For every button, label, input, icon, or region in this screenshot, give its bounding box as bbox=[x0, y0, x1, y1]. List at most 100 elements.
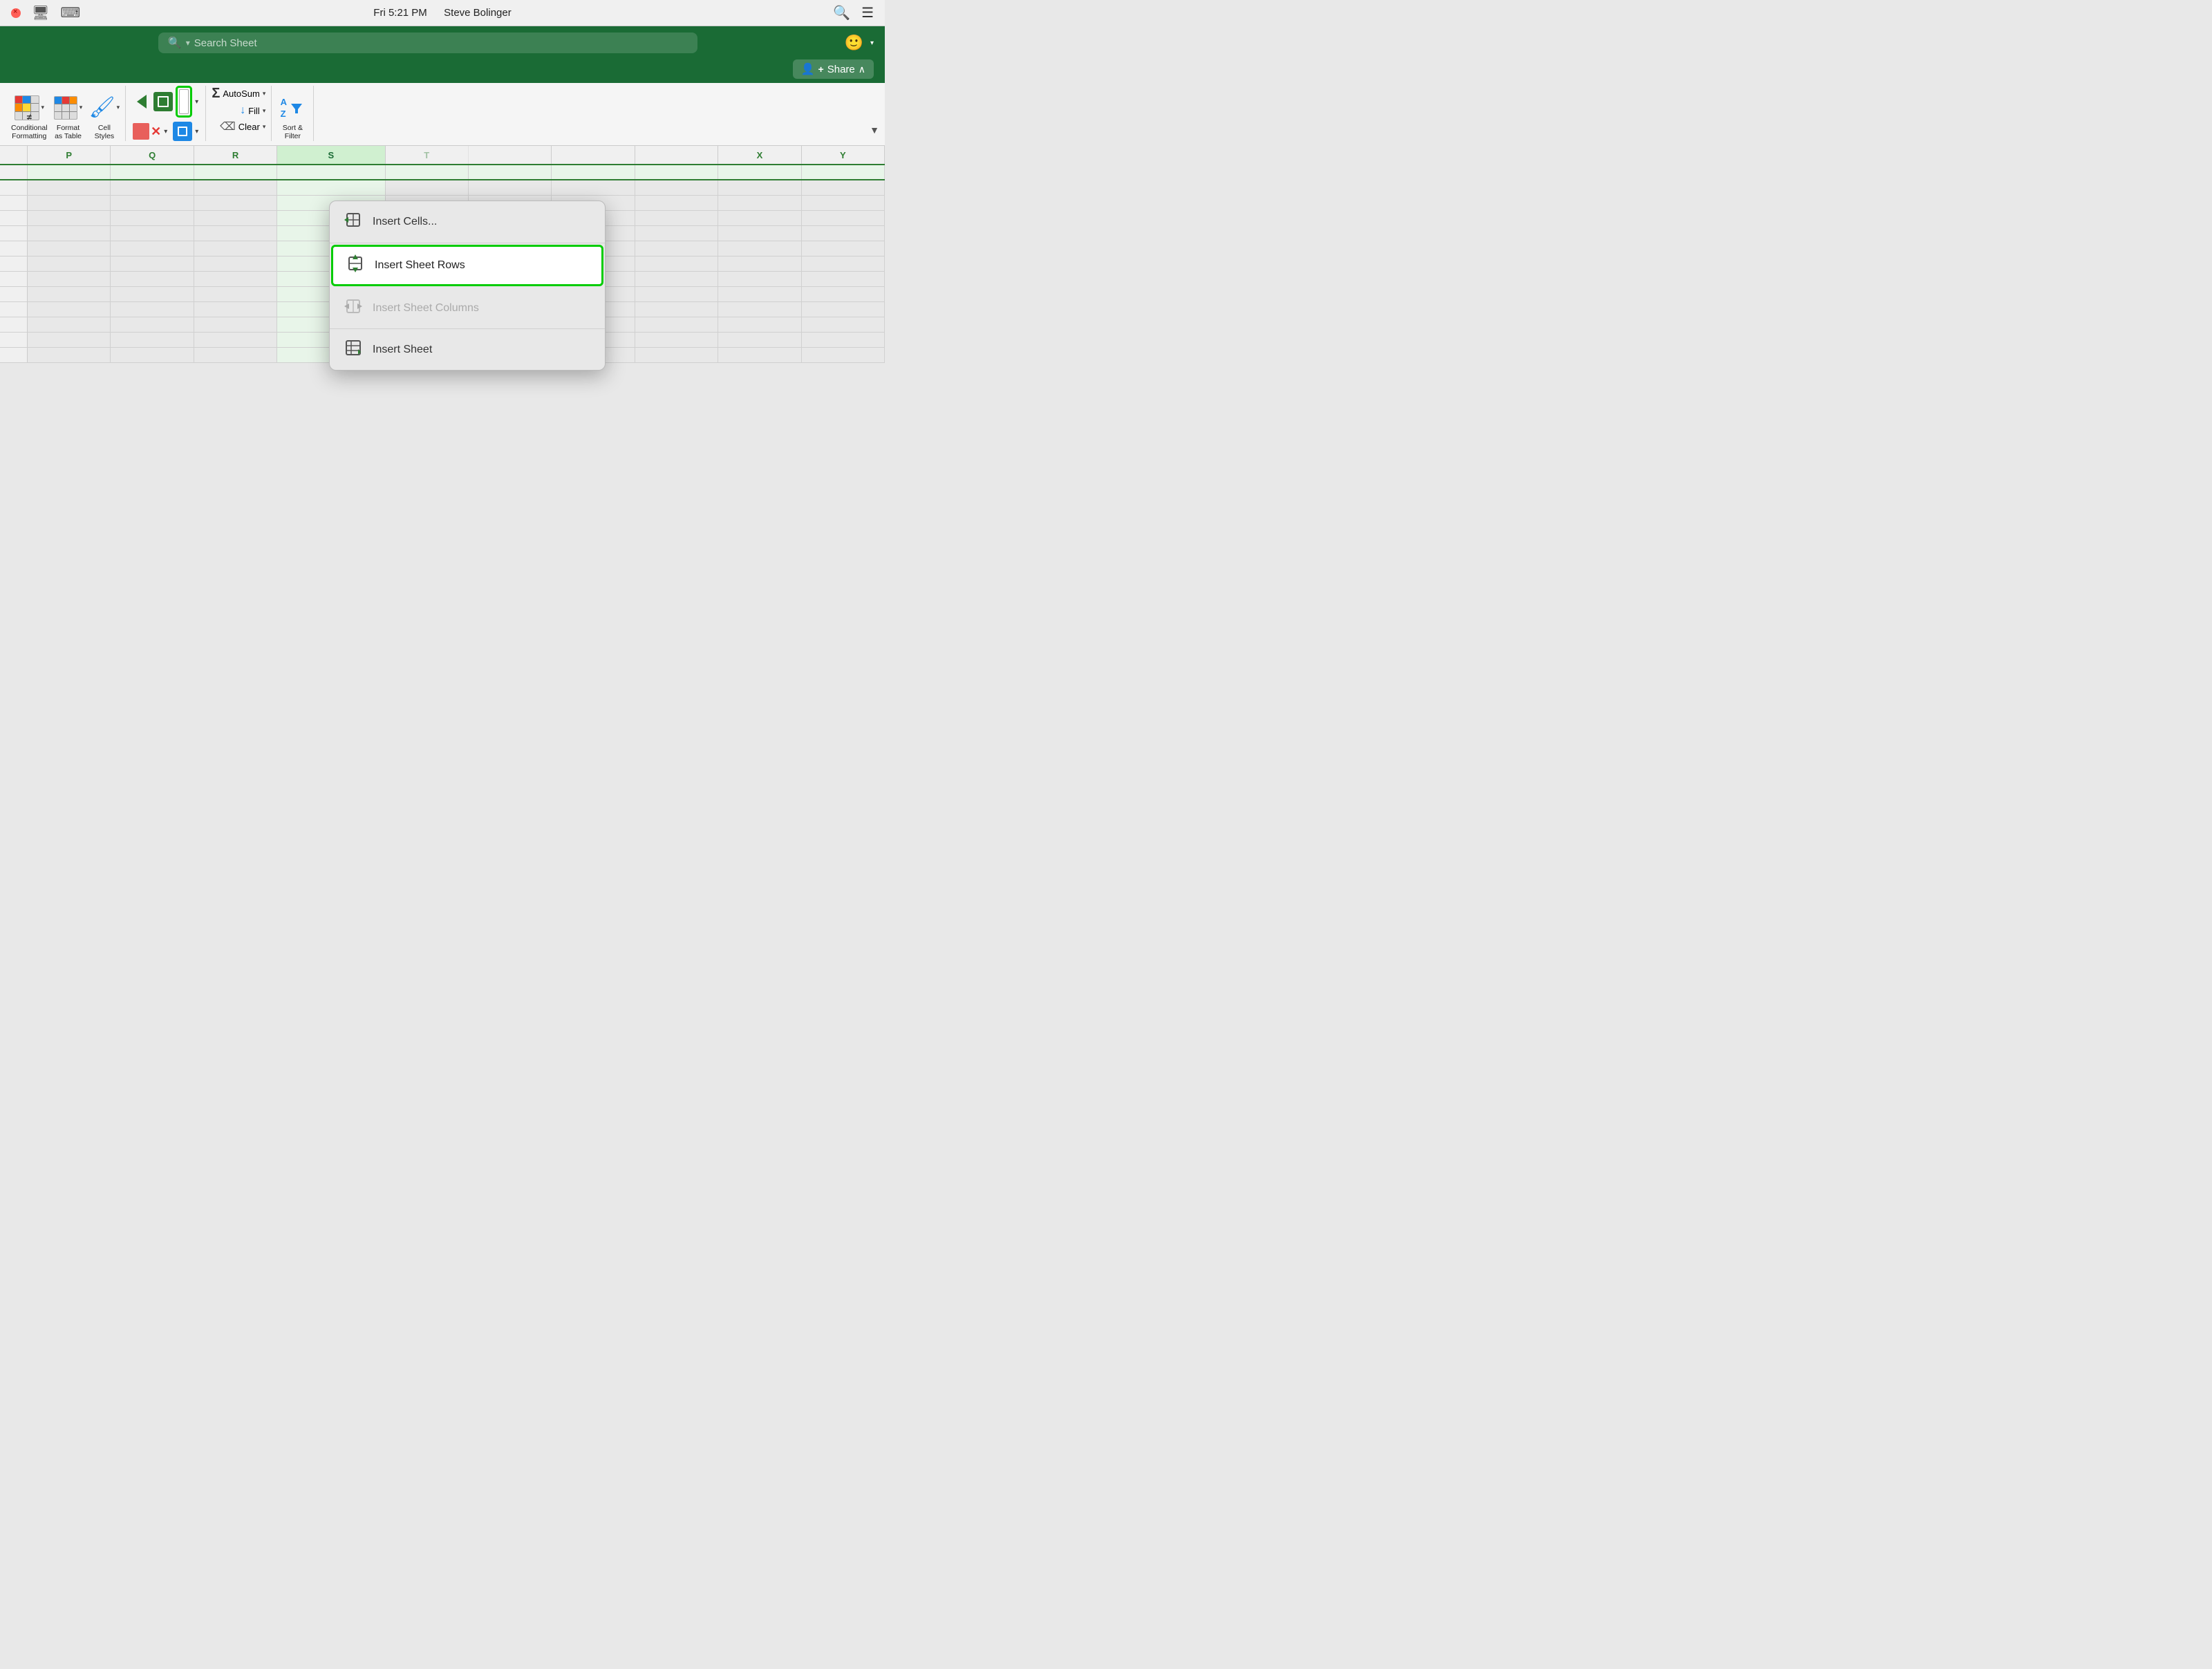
sort-filter-label: Sort & Filter bbox=[283, 124, 303, 141]
delete-dropdown-arrow[interactable]: ▾ bbox=[164, 128, 167, 136]
insert-sheet-icon bbox=[344, 339, 363, 360]
search-bar: 🔍 ▾ bbox=[158, 32, 697, 53]
dropdown-item-insert-sheet-rows[interactable]: Insert Sheet Rows bbox=[331, 245, 603, 286]
share-label: Share bbox=[827, 64, 855, 75]
smiley-icon[interactable]: 🙂 bbox=[845, 34, 863, 52]
col-header-P: P bbox=[28, 146, 111, 164]
share-plus-icon: + bbox=[818, 64, 824, 75]
insert-sheet-rows-label: Insert Sheet Rows bbox=[375, 259, 465, 272]
col-header-W bbox=[635, 146, 718, 164]
share-button[interactable]: 👤 + Share ∧ bbox=[793, 59, 874, 79]
ribbon-section-styles: ≠ ▾ Conditional Formatting bbox=[6, 86, 126, 141]
ribbon-more-button[interactable]: ▼ bbox=[870, 86, 879, 141]
ribbon-section-sort: A Z Sort & Filter bbox=[272, 86, 314, 141]
insert-cells-label: Insert Cells... bbox=[373, 216, 437, 228]
format-dropdown-arrow[interactable]: ▾ bbox=[195, 128, 198, 136]
smiley-dropdown-arrow[interactable]: ▾ bbox=[870, 39, 874, 47]
col-header-S: S bbox=[277, 146, 385, 164]
clear-dropdown-arrow[interactable]: ▾ bbox=[263, 123, 266, 131]
user-display: Steve Bolinger bbox=[444, 7, 512, 19]
ribbon-section-insert: ▾ ✕ ▾ ▾ bbox=[126, 86, 206, 141]
cell-1-T[interactable] bbox=[386, 165, 469, 179]
insert-cells-icon bbox=[344, 211, 363, 233]
col-header-Q: Q bbox=[111, 146, 194, 164]
close-button[interactable] bbox=[11, 8, 21, 18]
col-header-V bbox=[552, 146, 635, 164]
delete-x-icon: ✕ bbox=[151, 124, 161, 139]
format-cell-icon bbox=[173, 122, 192, 141]
dropdown-item-insert-sheet-columns[interactable]: Insert Sheet Columns bbox=[330, 288, 605, 329]
delete-red-button[interactable]: ✕ bbox=[133, 123, 161, 140]
conditional-formatting-label: Conditional Formatting bbox=[11, 124, 48, 141]
row-num-1 bbox=[0, 165, 28, 179]
clear-button[interactable]: ⌫ Clear ▾ bbox=[220, 120, 265, 133]
search-menu-icon[interactable]: 🔍 bbox=[833, 4, 850, 21]
conditional-formatting-button[interactable]: ≠ ▾ Conditional Formatting bbox=[11, 93, 48, 141]
conditional-formatting-icon: ≠ bbox=[15, 95, 39, 120]
insert-sheet-rows-icon bbox=[346, 254, 365, 277]
col-header-T: T bbox=[386, 146, 469, 164]
insert-sheet-columns-icon bbox=[344, 297, 363, 319]
fill-icon: ↓ bbox=[240, 104, 245, 117]
insert-dropdown-menu: Insert Cells... Insert Sheet Rows Insert… bbox=[329, 201, 606, 371]
autosum-dropdown-arrow[interactable]: ▾ bbox=[263, 90, 266, 97]
fill-button[interactable]: ↓ Fill ▾ bbox=[240, 104, 265, 117]
ribbon-section-editing: Σ AutoSum ▾ ↓ Fill ▾ ⌫ Clear ▾ bbox=[206, 86, 272, 141]
menu-bar-right: 🔍 ☰ bbox=[833, 4, 874, 21]
search-input[interactable] bbox=[194, 37, 688, 49]
menu-bar-center: Fri 5:21 PM Steve Bolinger bbox=[373, 7, 511, 19]
cell-1-X[interactable] bbox=[718, 165, 801, 179]
cell-1-P[interactable] bbox=[28, 165, 111, 179]
cell-styles-icon: 🖌 bbox=[89, 95, 115, 120]
insert-dropdown-arrow[interactable]: ▾ bbox=[195, 98, 198, 106]
cell-1-W[interactable] bbox=[635, 165, 718, 179]
cell-styles-button[interactable]: 🖌 ▾ Cell Styles bbox=[89, 93, 120, 141]
fill-dropdown-arrow[interactable]: ▾ bbox=[263, 107, 266, 115]
fill-label: Fill bbox=[248, 106, 260, 116]
cell-1-Y[interactable] bbox=[802, 165, 885, 179]
col-header-X: X bbox=[718, 146, 801, 164]
cell-1-V[interactable] bbox=[552, 165, 635, 179]
sort-filter-icon-area: A Z bbox=[281, 93, 305, 123]
sigma-icon: Σ bbox=[212, 86, 220, 102]
ribbon-more-icon: ▼ bbox=[870, 124, 879, 136]
format-as-table-label: Format as Table bbox=[55, 124, 82, 141]
insert-sheet-label: Insert Sheet bbox=[373, 344, 432, 356]
share-row: 👤 + Share ∧ bbox=[0, 59, 885, 83]
autosum-button[interactable]: Σ AutoSum ▾ bbox=[212, 86, 265, 102]
insert-cell-icon bbox=[153, 92, 173, 111]
row-num-header bbox=[0, 146, 28, 164]
insert-left-arrow-button[interactable] bbox=[133, 93, 151, 111]
col-header-Y: Y bbox=[802, 146, 885, 164]
time-display: Fri 5:21 PM bbox=[373, 7, 427, 19]
cell-styles-dropdown-arrow[interactable]: ▾ bbox=[117, 104, 120, 111]
keyboard-icon: ⌨ bbox=[60, 4, 80, 21]
funnel-icon bbox=[290, 101, 303, 115]
cell-1-Q[interactable] bbox=[111, 165, 194, 179]
format-as-table-icon bbox=[54, 96, 77, 120]
col-header-U bbox=[469, 146, 552, 164]
menu-bar-left: 🖥 ⌨ bbox=[11, 4, 80, 21]
format-as-table-button[interactable]: ▾ Format as Table bbox=[53, 93, 84, 141]
conditional-formatting-icon-area: ≠ ▾ bbox=[15, 93, 45, 123]
cell-1-U[interactable] bbox=[469, 165, 552, 179]
cell-1-R[interactable] bbox=[194, 165, 277, 179]
sort-filter-button[interactable]: A Z Sort & Filter bbox=[277, 93, 308, 141]
ribbon: ≠ ▾ Conditional Formatting bbox=[0, 83, 885, 146]
dropdown-item-insert-sheet[interactable]: Insert Sheet bbox=[330, 329, 605, 370]
clear-icon: ⌫ bbox=[220, 120, 236, 133]
col-header-R: R bbox=[194, 146, 277, 164]
dropdown-item-insert-cells[interactable]: Insert Cells... bbox=[330, 201, 605, 243]
grid-row-2 bbox=[0, 180, 885, 196]
format-as-table-icon-area: ▾ bbox=[54, 93, 83, 123]
insert-highlight-button[interactable] bbox=[176, 86, 192, 118]
search-bar-container: 🔍 ▾ 🙂 ▾ bbox=[0, 26, 885, 59]
clear-label: Clear bbox=[238, 122, 260, 132]
conditional-formatting-dropdown-arrow[interactable]: ▾ bbox=[41, 104, 45, 111]
cell-1-S[interactable] bbox=[277, 165, 385, 179]
insert-sheet-columns-label: Insert Sheet Columns bbox=[373, 302, 479, 315]
format-as-table-dropdown-arrow[interactable]: ▾ bbox=[79, 104, 83, 111]
menu-bar: 🖥 ⌨ Fri 5:21 PM Steve Bolinger 🔍 ☰ bbox=[0, 0, 885, 26]
list-menu-icon[interactable]: ☰ bbox=[861, 4, 874, 21]
autosum-label: AutoSum bbox=[223, 88, 259, 99]
